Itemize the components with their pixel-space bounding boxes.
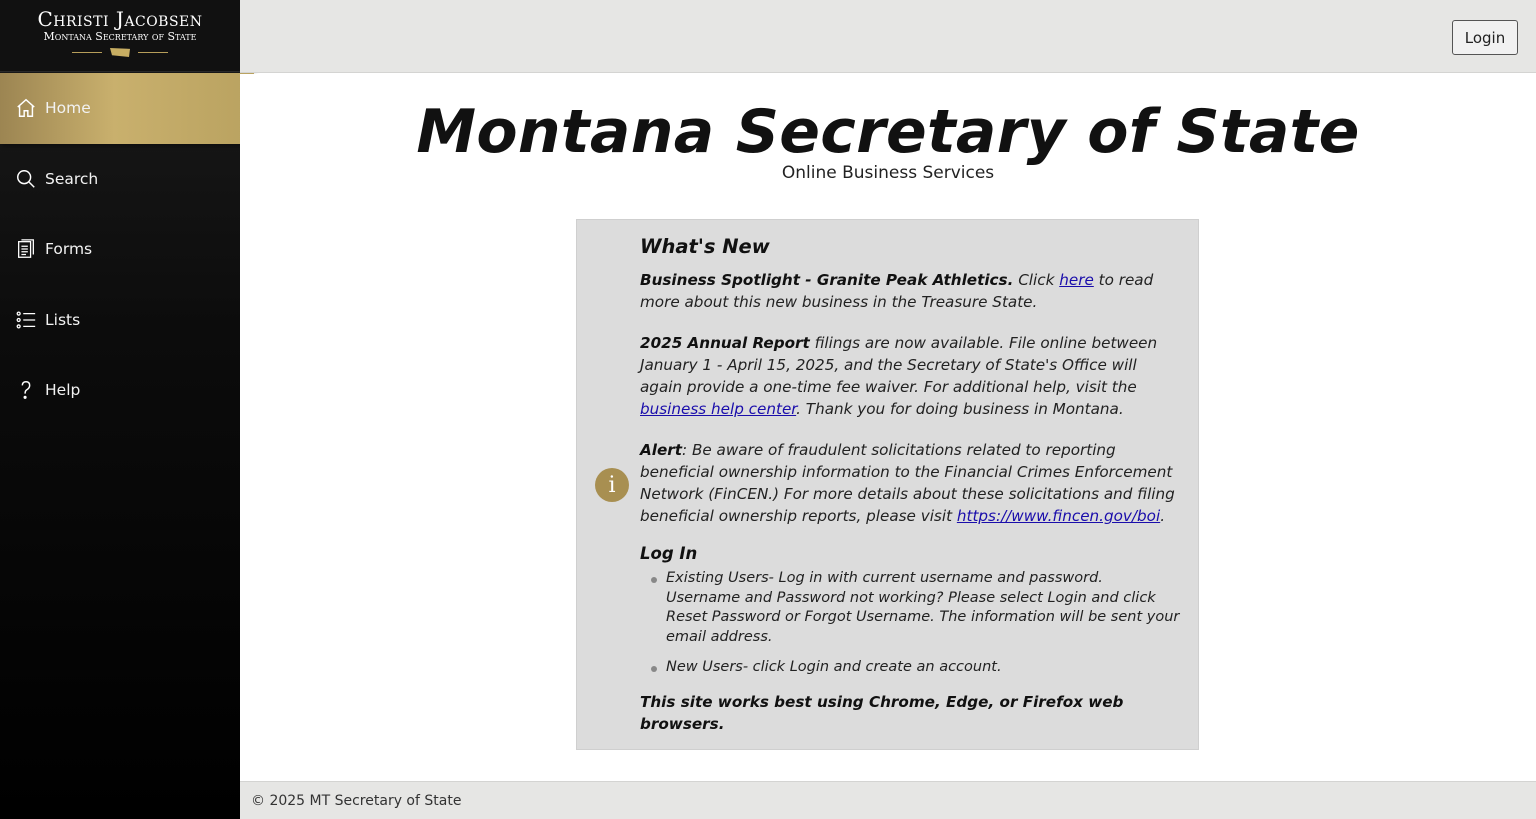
spotlight-paragraph: Business Spotlight - Granite Peak Athlet… <box>640 269 1180 313</box>
top-bar: Login <box>240 0 1536 73</box>
alert-title: Alert <box>640 441 683 459</box>
montana-emblem-icon <box>0 48 240 57</box>
page-title: Montana Secretary of State <box>416 97 1360 167</box>
sidebar-item-lists[interactable]: Lists <box>0 285 240 356</box>
business-help-center-link[interactable]: business help center <box>640 400 796 418</box>
whats-new-panel: i What's New Business Spotlight - Granit… <box>576 219 1199 750</box>
sidebar-item-label: Home <box>45 99 91 118</box>
sidebar-item-home[interactable]: Home <box>0 73 254 144</box>
fincen-link[interactable]: https://www.fincen.gov/boi <box>957 507 1160 525</box>
list-item: New Users- click Login and create an acc… <box>650 658 1180 678</box>
sidebar: Christi Jacobsen Montana Secretary of St… <box>0 0 254 819</box>
sidebar-item-label: Help <box>45 381 81 400</box>
login-bullet-list: Existing Users- Log in with current user… <box>650 569 1180 678</box>
annual-report-text-post: . Thank you for doing business in Montan… <box>796 400 1124 418</box>
sidebar-item-forms[interactable]: Forms <box>0 214 240 285</box>
spotlight-title: Business Spotlight - Granite Peak Athlet… <box>640 271 1014 289</box>
help-icon <box>15 379 37 401</box>
main-content: Montana Secretary of State Online Busine… <box>240 74 1536 781</box>
sidebar-nav: Home Search Forms Lists Help <box>0 73 254 426</box>
sidebar-item-label: Forms <box>45 240 93 259</box>
log-in-heading: Log In <box>640 544 698 563</box>
login-button[interactable]: Login <box>1452 20 1518 55</box>
browser-note: This site works best using Chrome, Edge,… <box>640 692 1124 733</box>
page-subtitle: Online Business Services <box>781 163 995 183</box>
copyright-text: © 2025 MT Secretary of State <box>251 792 462 809</box>
whats-new-heading: What's New <box>640 235 770 258</box>
info-icon: i <box>595 468 629 502</box>
forms-icon <box>15 238 37 260</box>
annual-report-paragraph: 2025 Annual Report filings are now avail… <box>640 332 1180 420</box>
sidebar-item-label: Search <box>45 169 99 188</box>
spotlight-link[interactable]: here <box>1059 271 1094 289</box>
alert-paragraph: Alert: Be aware of fraudulent solicitati… <box>640 439 1180 527</box>
annual-report-title: 2025 Annual Report <box>640 334 810 352</box>
spotlight-text-pre: Click <box>1013 271 1060 289</box>
sidebar-item-label: Lists <box>45 310 81 329</box>
brand-subtitle: Montana Secretary of State <box>43 30 197 43</box>
brand-name: Christi Jacobsen <box>37 7 203 31</box>
sidebar-item-help[interactable]: Help <box>0 355 240 426</box>
footer: © 2025 MT Secretary of State <box>240 781 1536 819</box>
home-icon <box>15 97 37 119</box>
sidebar-item-search[interactable]: Search <box>0 144 240 215</box>
search-icon <box>15 168 37 190</box>
brand-logo[interactable]: Christi Jacobsen Montana Secretary of St… <box>0 0 240 72</box>
news-content: What's New Business Spotlight - Granite … <box>640 236 1180 735</box>
list-item: Existing Users- Log in with current user… <box>650 569 1180 647</box>
alert-text-post: . <box>1160 507 1166 525</box>
list-icon <box>15 309 37 331</box>
